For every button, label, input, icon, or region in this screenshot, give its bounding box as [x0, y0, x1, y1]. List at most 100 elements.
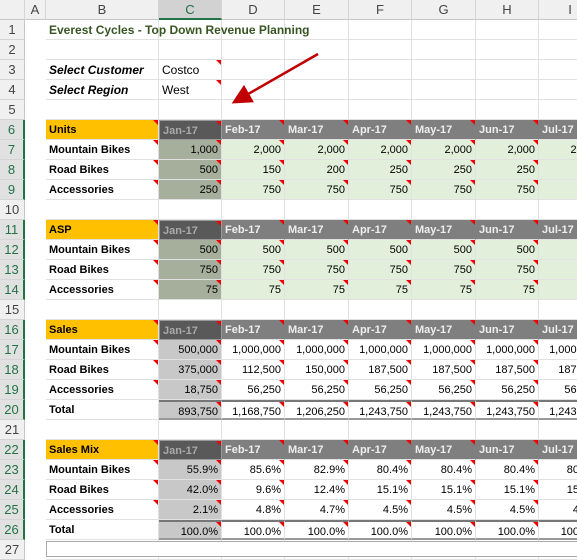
column-header-E[interactable]: E	[285, 0, 349, 20]
row-header-19[interactable]: 19	[0, 380, 25, 400]
input-cell[interactable]: 750	[222, 180, 285, 200]
input-cell[interactable]: 75	[412, 280, 476, 300]
input-cell[interactable]: 2,000	[412, 140, 476, 160]
cell[interactable]	[476, 40, 539, 60]
cell[interactable]	[539, 20, 577, 40]
row-header-26[interactable]: 26	[0, 520, 25, 540]
input-cell[interactable]: 150	[222, 160, 285, 180]
column-header-F[interactable]: F	[349, 0, 412, 20]
row-header-22[interactable]: 22	[0, 440, 25, 460]
cell[interactable]	[476, 300, 539, 320]
row-header-18[interactable]: 18	[0, 360, 25, 380]
cell[interactable]	[285, 60, 349, 80]
row-header-7[interactable]: 7	[0, 140, 25, 160]
cell[interactable]	[46, 420, 159, 440]
column-header-G[interactable]: G	[412, 0, 476, 20]
cell[interactable]	[46, 40, 159, 60]
input-cell[interactable]: 500	[412, 240, 476, 260]
row-header-15[interactable]: 15	[0, 300, 25, 320]
cell[interactable]	[476, 100, 539, 120]
cell[interactable]	[476, 20, 539, 40]
cell[interactable]	[285, 40, 349, 60]
row-header-5[interactable]: 5	[0, 100, 25, 120]
select-all-button[interactable]	[0, 0, 25, 20]
selector-dropdown[interactable]: Costco	[159, 60, 222, 80]
input-cell[interactable]: 500	[349, 240, 412, 260]
cell[interactable]	[412, 60, 476, 80]
cell[interactable]	[222, 40, 285, 60]
cell[interactable]	[412, 80, 476, 100]
input-cell[interactable]: 750	[349, 180, 412, 200]
cell[interactable]	[349, 200, 412, 220]
selector-dropdown[interactable]: West	[159, 80, 222, 100]
cell[interactable]	[539, 60, 577, 80]
cell[interactable]	[476, 200, 539, 220]
cell[interactable]	[476, 420, 539, 440]
input-cell[interactable]: 750	[412, 260, 476, 280]
cell[interactable]	[539, 420, 577, 440]
cell[interactable]	[476, 60, 539, 80]
cell[interactable]	[412, 100, 476, 120]
row-header-25[interactable]: 25	[0, 500, 25, 520]
row-header-13[interactable]: 13	[0, 260, 25, 280]
row-header-3[interactable]: 3	[0, 60, 25, 80]
row-header-9[interactable]: 9	[0, 180, 25, 200]
row-header-24[interactable]: 24	[0, 480, 25, 500]
cell[interactable]	[222, 300, 285, 320]
cell[interactable]	[285, 300, 349, 320]
input-cell[interactable]: 2,000	[539, 140, 577, 160]
cell[interactable]	[539, 40, 577, 60]
cell[interactable]	[159, 300, 222, 320]
input-cell[interactable]: 500	[222, 240, 285, 260]
column-header-A[interactable]: A	[25, 0, 46, 20]
cell[interactable]	[159, 200, 222, 220]
row-header-23[interactable]: 23	[0, 460, 25, 480]
row-header-17[interactable]: 17	[0, 340, 25, 360]
cell[interactable]	[46, 300, 159, 320]
input-cell[interactable]: 250	[412, 160, 476, 180]
column-header-H[interactable]: H	[476, 0, 539, 20]
input-cell[interactable]: 250	[539, 160, 577, 180]
input-cell[interactable]: 75	[349, 280, 412, 300]
column-header-C[interactable]: C	[159, 0, 222, 20]
row-header-1[interactable]: 1	[0, 20, 25, 40]
input-cell[interactable]: 2,000	[285, 140, 349, 160]
input-cell[interactable]: 750	[222, 260, 285, 280]
cell[interactable]	[159, 40, 222, 60]
cell[interactable]	[539, 100, 577, 120]
row-header-16[interactable]: 16	[0, 320, 25, 340]
input-cell[interactable]: 2,000	[222, 140, 285, 160]
cell[interactable]	[159, 100, 222, 120]
row-header-10[interactable]: 10	[0, 200, 25, 220]
cell[interactable]	[412, 40, 476, 60]
cell[interactable]	[285, 100, 349, 120]
input-cell[interactable]: 250	[349, 160, 412, 180]
cell[interactable]	[285, 420, 349, 440]
cell[interactable]	[412, 420, 476, 440]
input-cell[interactable]: 750	[476, 260, 539, 280]
input-cell[interactable]: 750	[412, 180, 476, 200]
cell[interactable]	[222, 100, 285, 120]
cell[interactable]	[46, 200, 159, 220]
cell[interactable]	[222, 200, 285, 220]
input-cell[interactable]: 750	[539, 260, 577, 280]
row-header-4[interactable]: 4	[0, 80, 25, 100]
cell[interactable]	[285, 80, 349, 100]
cell[interactable]	[412, 300, 476, 320]
input-cell[interactable]: 500	[539, 240, 577, 260]
cell[interactable]	[349, 40, 412, 60]
input-cell[interactable]: 75	[222, 280, 285, 300]
cell[interactable]	[222, 420, 285, 440]
row-header-12[interactable]: 12	[0, 240, 25, 260]
cell[interactable]	[349, 20, 412, 40]
cell[interactable]	[412, 200, 476, 220]
input-cell[interactable]: 75	[476, 280, 539, 300]
cell[interactable]	[159, 420, 222, 440]
row-header-11[interactable]: 11	[0, 220, 25, 240]
input-cell[interactable]: 750	[539, 180, 577, 200]
input-cell[interactable]: 750	[285, 180, 349, 200]
input-cell[interactable]: 750	[349, 260, 412, 280]
cell[interactable]	[349, 80, 412, 100]
cell[interactable]	[476, 80, 539, 100]
input-cell[interactable]: 500	[476, 240, 539, 260]
